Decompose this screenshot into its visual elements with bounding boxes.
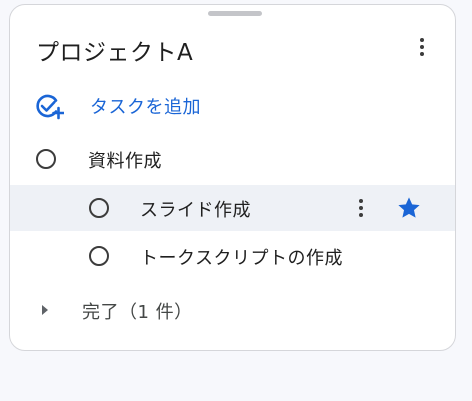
task-label: スライド作成	[140, 200, 251, 221]
task-label: 資料作成	[88, 151, 162, 172]
drag-handle[interactable]	[208, 11, 262, 16]
subtask-item[interactable]: トークスクリプトの作成	[10, 233, 455, 279]
more-options-icon[interactable]	[412, 34, 432, 60]
subtask-item[interactable]: スライド作成	[10, 185, 455, 231]
task-item[interactable]: 資料作成	[10, 136, 455, 182]
add-task-icon	[36, 94, 64, 120]
task-label: トークスクリプトの作成	[140, 248, 343, 269]
add-task-label: タスクを追加	[90, 97, 201, 118]
task-checkbox[interactable]	[36, 149, 56, 169]
task-list-card: プロジェクトA タスクを追加 資料作成 スライド作成 トークスクリプトの作成 完…	[9, 4, 456, 351]
star-icon[interactable]	[396, 195, 422, 221]
task-checkbox[interactable]	[89, 246, 109, 266]
task-checkbox[interactable]	[89, 198, 109, 218]
completed-label: 完了（1 件）	[82, 302, 193, 323]
caret-right-icon	[42, 305, 48, 315]
completed-section-toggle[interactable]: 完了（1 件）	[10, 295, 455, 325]
add-task-button[interactable]: タスクを追加	[34, 91, 201, 121]
task-more-options-icon[interactable]	[351, 195, 371, 221]
list-title[interactable]: プロジェクトA	[36, 33, 193, 67]
